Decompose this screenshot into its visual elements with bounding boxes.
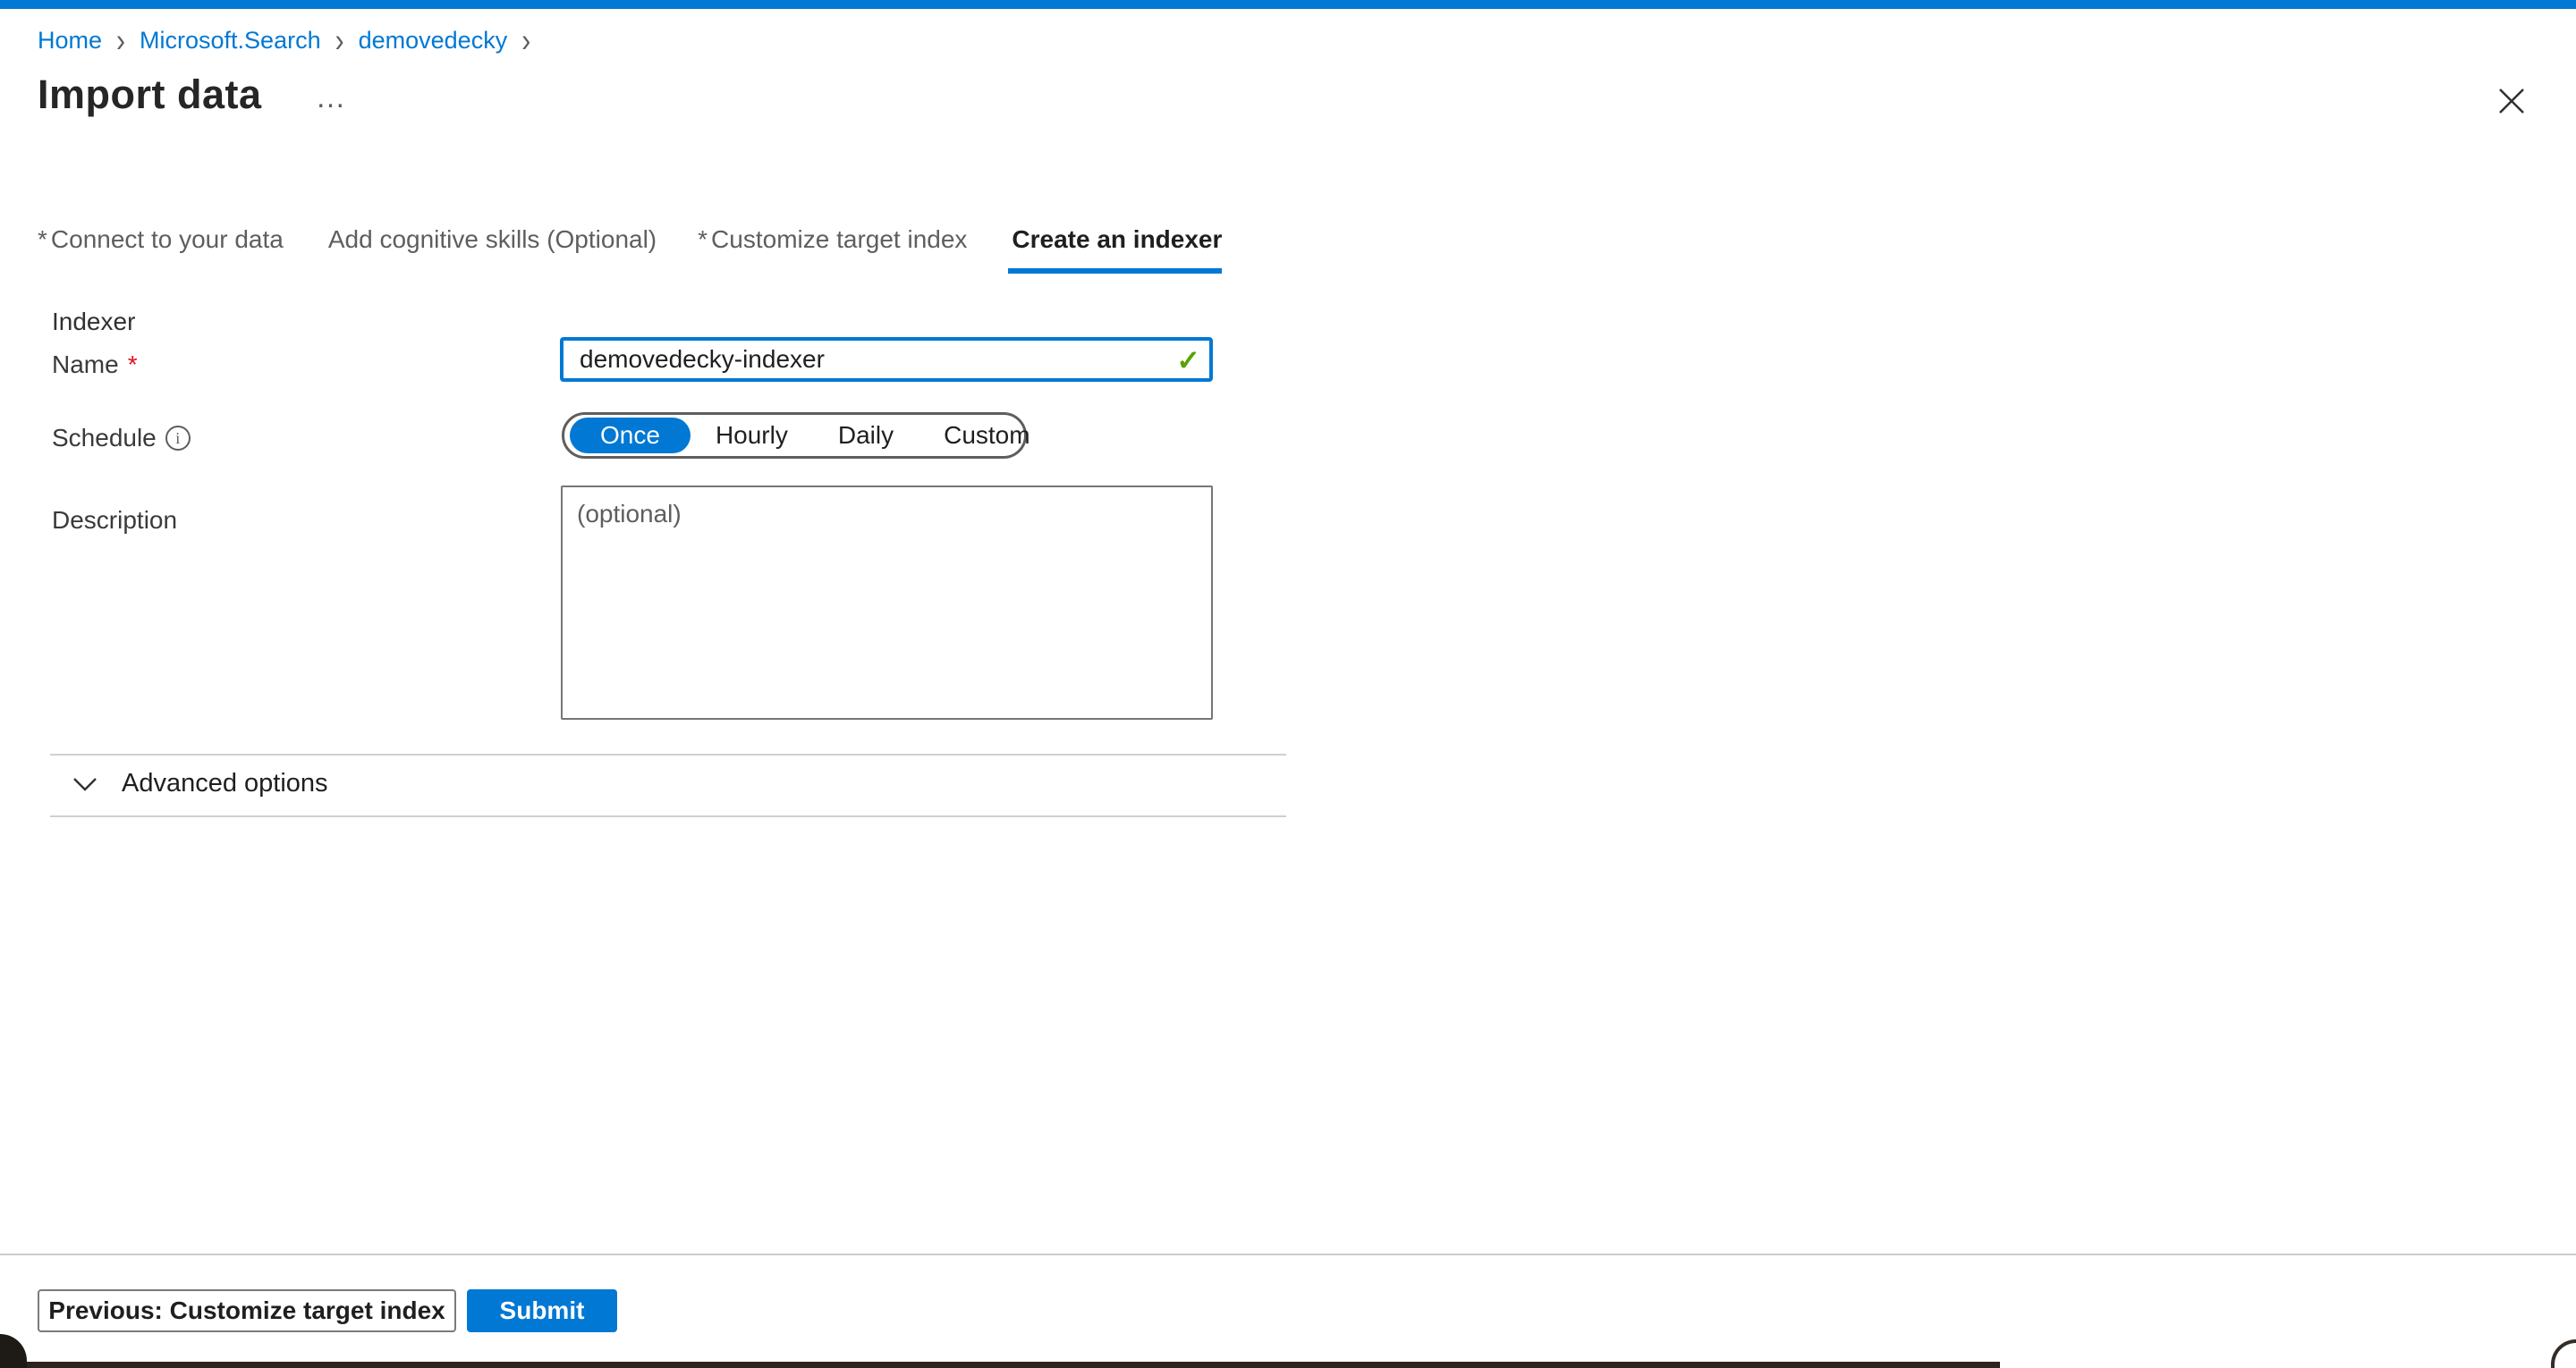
tab-label: Customize target index (711, 225, 967, 253)
schedule-option-hourly[interactable]: Hourly (691, 418, 813, 453)
close-icon (2496, 86, 2527, 116)
bottom-left-corner-artifact (0, 1334, 27, 1368)
breadcrumb-link-demovedecky[interactable]: demovedecky (359, 27, 508, 55)
advanced-options-label: Advanced options (122, 769, 328, 798)
tab-required-marker: * (698, 225, 708, 253)
valid-check-icon: ✓ (1176, 343, 1200, 377)
description-textarea[interactable] (561, 486, 1213, 720)
schedule-option-daily[interactable]: Daily (813, 418, 919, 453)
indexer-section-label: Indexer (52, 308, 135, 336)
breadcrumb: Home › Microsoft.Search › demovedecky › (38, 27, 530, 55)
schedule-label-text: Schedule (52, 424, 157, 452)
page-title: Import data (38, 72, 262, 118)
tab-connect-to-your-data[interactable]: *Connect to your data (38, 225, 284, 274)
top-accent-bar (0, 0, 2576, 9)
divider (50, 754, 1286, 756)
bottom-right-corner-artifact (2551, 1339, 2576, 1368)
wizard-tabs: *Connect to your data Add cognitive skil… (38, 225, 1222, 274)
name-input-wrap: ✓ (560, 337, 1213, 382)
tab-label: Add cognitive skills (Optional) (328, 225, 657, 253)
tab-customize-target-index[interactable]: *Customize target index (698, 225, 967, 274)
breadcrumb-link-home[interactable]: Home (38, 27, 102, 55)
chevron-right-icon: › (116, 26, 125, 56)
tab-label: Create an indexer (1012, 225, 1222, 253)
name-label-text: Name (52, 350, 119, 379)
schedule-option-once[interactable]: Once (570, 418, 691, 453)
tab-required-marker: * (38, 225, 47, 253)
schedule-segmented-control: Once Hourly Daily Custom (562, 412, 1027, 459)
footer-divider (0, 1254, 2576, 1255)
indexer-name-input[interactable] (560, 337, 1213, 382)
description-label: Description (52, 506, 177, 535)
divider (50, 815, 1286, 817)
tab-add-cognitive-skills[interactable]: Add cognitive skills (Optional) (325, 225, 657, 274)
info-icon[interactable]: i (165, 426, 191, 451)
schedule-label: Schedule i (52, 424, 191, 452)
required-asterisk: * (128, 350, 138, 379)
tab-create-an-indexer[interactable]: Create an indexer (1008, 225, 1222, 274)
schedule-option-custom[interactable]: Custom (919, 418, 1055, 453)
chevron-down-icon (72, 776, 98, 792)
chevron-right-icon: › (521, 26, 530, 56)
description-label-text: Description (52, 506, 177, 535)
close-button[interactable] (2495, 84, 2529, 118)
breadcrumb-link-microsoft-search[interactable]: Microsoft.Search (140, 27, 321, 55)
bottom-window-edge (23, 1362, 2000, 1368)
previous-step-button[interactable]: Previous: Customize target index (38, 1289, 456, 1332)
advanced-options-toggle[interactable]: Advanced options (72, 769, 328, 798)
more-options-icon[interactable]: … (316, 75, 349, 115)
submit-button[interactable]: Submit (467, 1289, 617, 1332)
name-label: Name * (52, 350, 138, 379)
header: Import data … (38, 72, 349, 118)
tab-label: Connect to your data (51, 225, 284, 253)
import-data-page: Home › Microsoft.Search › demovedecky › … (0, 0, 2576, 1368)
chevron-right-icon: › (335, 26, 344, 56)
